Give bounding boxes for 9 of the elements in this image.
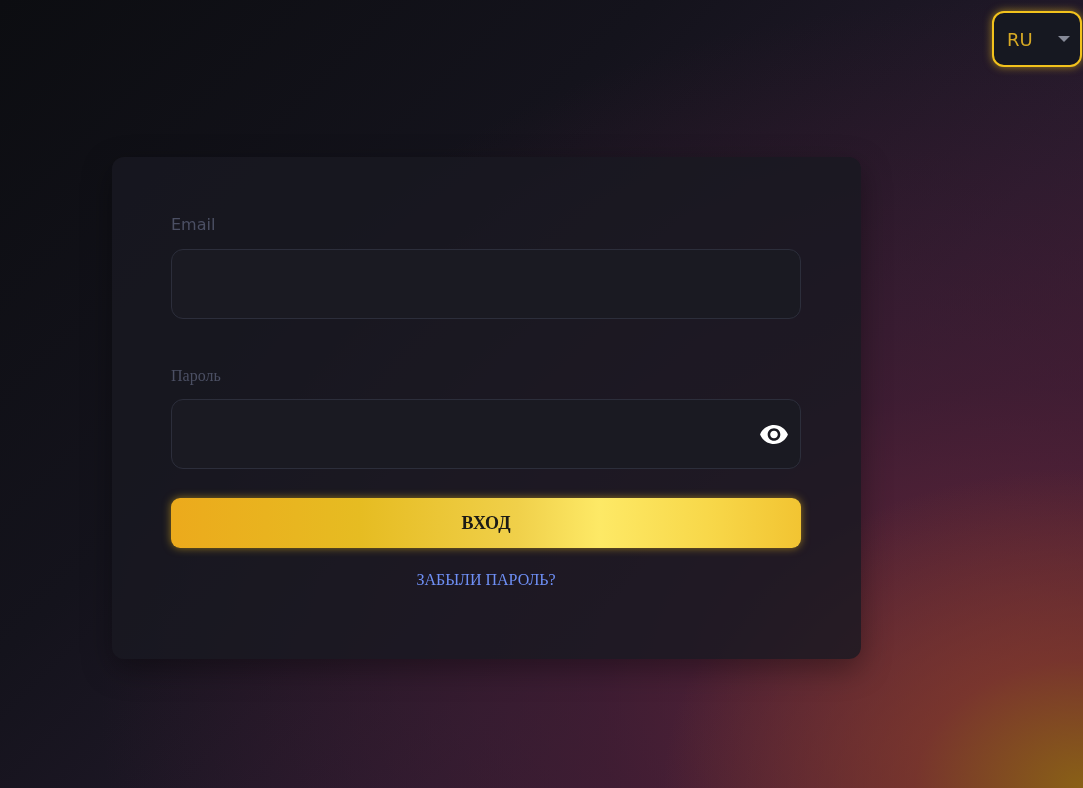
password-input[interactable] [171,399,801,469]
email-label: Email [171,214,216,236]
eye-icon[interactable] [760,424,788,444]
caret-icon [1058,36,1070,42]
email-input[interactable] [171,249,801,319]
forgot-password-link[interactable]: ЗАБЫЛИ ПАРОЛЬ? [416,570,556,590]
password-label: Пароль [171,366,221,386]
language-dropdown[interactable]: RU [992,11,1082,67]
login-button[interactable]: ВХОД [171,498,801,548]
